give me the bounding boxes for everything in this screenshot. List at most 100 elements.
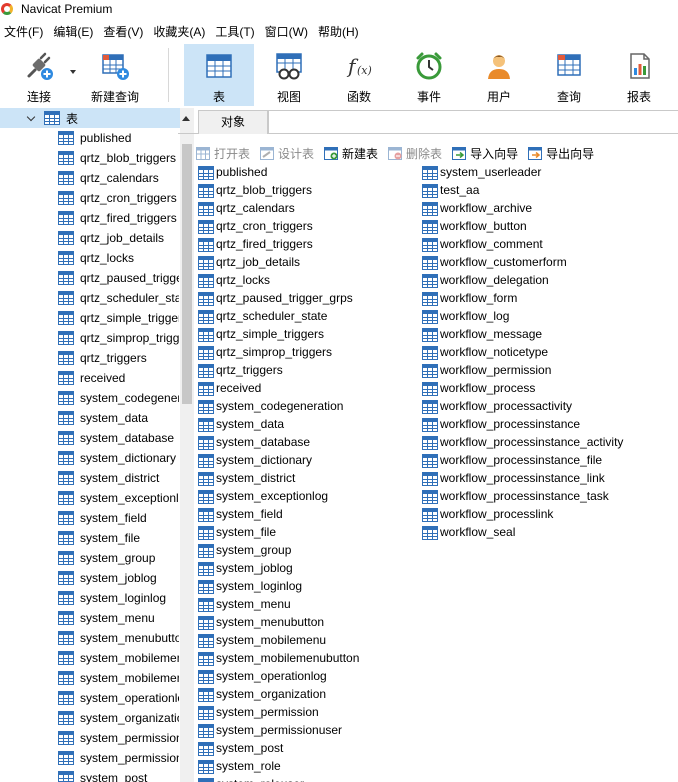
tree-table-name: system_organization xyxy=(80,711,179,725)
report-button[interactable]: 报表 xyxy=(608,44,670,106)
tree-table-item[interactable]: system_joblog xyxy=(0,568,180,588)
tree-table-item[interactable]: system_menubutton xyxy=(0,628,180,648)
tree-table-item[interactable]: qrtz_simprop_triggers xyxy=(0,328,180,348)
query-button[interactable]: 查询 xyxy=(538,44,600,106)
table-icon xyxy=(58,271,74,285)
tree-node-tables[interactable]: 表 xyxy=(0,108,180,128)
tree-table-item[interactable]: system_organization xyxy=(0,708,180,728)
tree-table-item[interactable]: system_field xyxy=(0,508,180,528)
object-table-name: workflow_comment xyxy=(440,237,543,251)
object-table-name: qrtz_paused_trigger_grps xyxy=(216,291,353,305)
tree-table-item[interactable]: qrtz_triggers xyxy=(0,348,180,368)
tree-table-name: system_data xyxy=(80,411,149,425)
object-table-name: qrtz_simprop_triggers xyxy=(216,345,333,359)
tab-bar: 对象 xyxy=(178,110,678,134)
tree-table-item[interactable]: system_file xyxy=(0,528,180,548)
tree-table-name: qrtz_triggers xyxy=(80,351,147,365)
tree-table-item[interactable]: qrtz_fired_triggers xyxy=(0,208,180,228)
object-table-name: workflow_processinstance xyxy=(440,417,581,431)
tree-table-item[interactable]: received xyxy=(0,368,180,388)
user-button[interactable]: 用户 xyxy=(468,44,530,106)
tree-table-item[interactable]: system_mobilemenubutton xyxy=(0,668,180,688)
connect-button[interactable]: 连接 xyxy=(10,44,68,106)
table-icon xyxy=(58,511,74,525)
object-table-name: system_permission xyxy=(216,705,319,719)
tree-table-item[interactable]: qrtz_blob_triggers xyxy=(0,148,180,168)
new-query-button[interactable]: 新建查询 xyxy=(86,44,144,106)
tree-table-item[interactable]: system_menu xyxy=(0,608,180,628)
tree-table-item[interactable]: system_permissionuser xyxy=(0,748,180,768)
table-icon xyxy=(198,634,214,648)
object-table-name: system_exceptionlog xyxy=(216,489,329,503)
tree-table-item[interactable]: system_data xyxy=(0,408,180,428)
tree-table-item[interactable]: system_post xyxy=(0,768,180,782)
delete-table-button[interactable]: 删除表 xyxy=(388,145,442,162)
design-table-button[interactable]: 设计表 xyxy=(260,145,314,162)
table-icon xyxy=(58,571,74,585)
tab-scroll-up-icon[interactable] xyxy=(182,116,190,121)
object-toolbar: 打开表 设计表 新建表 删除表 导入向导 导出向导 xyxy=(196,142,604,164)
table-icon xyxy=(58,691,74,705)
table-icon xyxy=(198,292,214,306)
window-title: Navicat Premium xyxy=(21,2,113,16)
tree-scrollbar-thumb[interactable] xyxy=(182,144,192,404)
object-table-name: system_codegeneration xyxy=(216,399,344,413)
tree-table-item[interactable]: qrtz_cron_triggers xyxy=(0,188,180,208)
tree-scrollbar[interactable] xyxy=(180,108,194,782)
menu-help[interactable]: 帮助(H) xyxy=(314,22,365,42)
table-icon xyxy=(198,742,214,756)
tree-table-item[interactable]: published xyxy=(0,128,180,148)
tree-table-name: system_district xyxy=(80,471,160,485)
tree-table-item[interactable]: system_database xyxy=(0,428,180,448)
tree-table-item[interactable]: qrtz_locks xyxy=(0,248,180,268)
menu-file[interactable]: 文件(F) xyxy=(0,22,49,42)
tree-table-item[interactable]: system_dictionary xyxy=(0,448,180,468)
object-table-name: system_organization xyxy=(216,687,327,701)
new-table-button[interactable]: 新建表 xyxy=(324,145,378,162)
menu-tools[interactable]: 工具(T) xyxy=(211,22,260,42)
object-table-name: system_mobilemenubutton xyxy=(216,651,360,665)
tree-table-item[interactable]: system_loginlog xyxy=(0,588,180,608)
tree-table-item[interactable]: system_exceptionlog xyxy=(0,488,180,508)
view-button[interactable]: 视图 xyxy=(258,44,320,106)
export-wizard-button[interactable]: 导出向导 xyxy=(528,145,594,162)
object-table-name: published xyxy=(216,165,268,179)
tree-table-item[interactable]: system_permission xyxy=(0,728,180,748)
table-icon xyxy=(198,418,214,432)
table-icon xyxy=(198,526,214,540)
new-table-icon xyxy=(324,146,339,160)
table-icon xyxy=(198,778,214,782)
tree-table-item[interactable]: system_codegeneration xyxy=(0,388,180,408)
menu-view[interactable]: 查看(V) xyxy=(99,22,149,42)
menu-window[interactable]: 窗口(W) xyxy=(261,22,314,42)
menu-favorites[interactable]: 收藏夹(A) xyxy=(149,22,211,42)
user-icon xyxy=(483,50,515,82)
table-icon xyxy=(198,364,214,378)
table-button[interactable]: 表 xyxy=(184,44,254,106)
table-icon xyxy=(422,364,438,378)
tree-table-item[interactable]: system_operationlog xyxy=(0,688,180,708)
tree-table-item[interactable]: system_group xyxy=(0,548,180,568)
menu-edit[interactable]: 编辑(E) xyxy=(49,22,99,42)
tree-table-item[interactable]: qrtz_simple_triggers xyxy=(0,308,180,328)
open-table-button[interactable]: 打开表 xyxy=(196,145,250,162)
tree-table-item[interactable]: system_district xyxy=(0,468,180,488)
event-button[interactable]: 事件 xyxy=(398,44,460,106)
expand-caret-icon[interactable] xyxy=(26,112,36,122)
tree-table-item[interactable]: qrtz_job_details xyxy=(0,228,180,248)
object-table-name: workflow_log xyxy=(440,309,510,323)
function-button[interactable]: f (x) 函数 xyxy=(328,44,390,106)
tab-objects[interactable]: 对象 xyxy=(198,110,268,134)
tree-table-item[interactable]: system_mobilemenu xyxy=(0,648,180,668)
table-icon xyxy=(198,166,214,180)
tree-table-item[interactable]: qrtz_calendars xyxy=(0,168,180,188)
table-icon xyxy=(58,151,74,165)
object-table-name: system_menu xyxy=(216,597,291,611)
table-icon xyxy=(58,171,74,185)
table-icon xyxy=(422,238,438,252)
connect-dropdown-arrow-icon[interactable] xyxy=(70,70,76,74)
import-wizard-button[interactable]: 导入向导 xyxy=(452,145,518,162)
tree-table-item[interactable]: qrtz_scheduler_state xyxy=(0,288,180,308)
tree-table-item[interactable]: qrtz_paused_trigger_grps xyxy=(0,268,180,288)
table-icon xyxy=(422,400,438,414)
